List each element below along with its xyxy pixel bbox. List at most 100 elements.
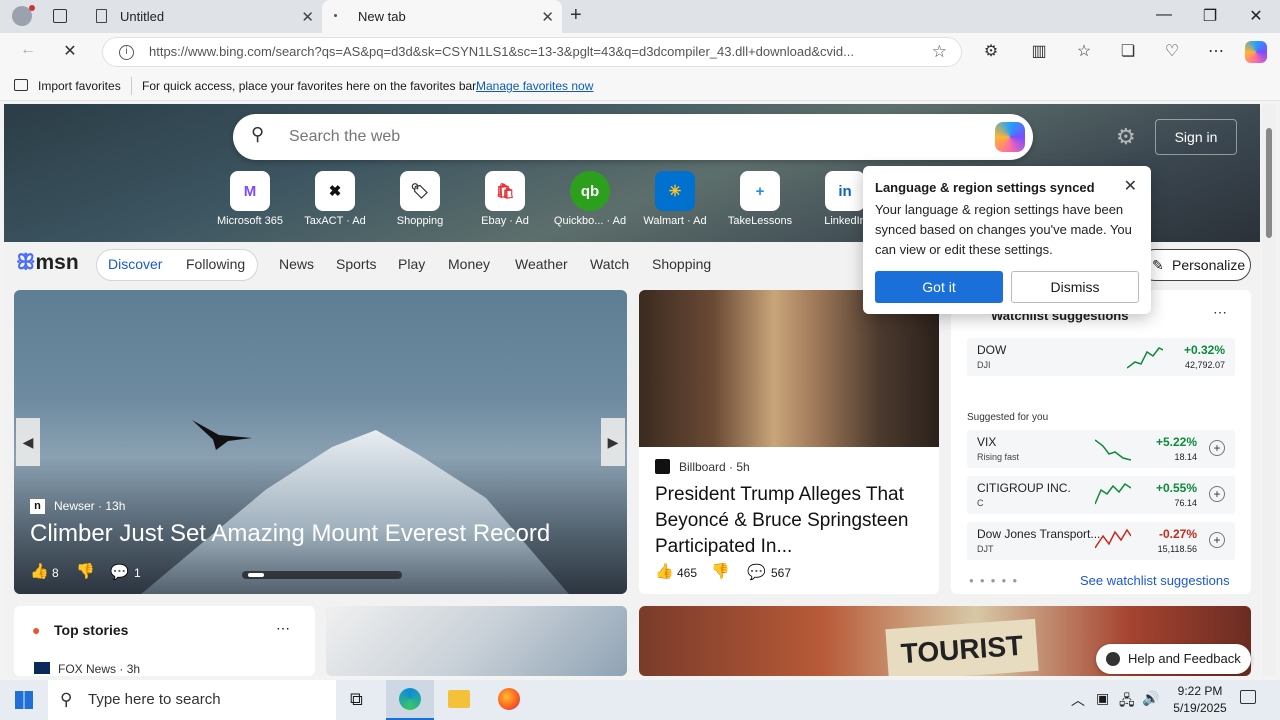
close-icon[interactable]: ✕ (1124, 176, 1137, 196)
close-tab-icon[interactable]: ✕ (541, 8, 554, 26)
dislike-icon[interactable]: 👎 (76, 562, 95, 580)
nav-weather[interactable]: Weather (515, 256, 568, 272)
shopping-tag-icon: 🏷 (400, 171, 440, 211)
search-box[interactable]: ⚲ Search the web (233, 114, 1033, 160)
add-to-watchlist-button[interactable]: + (1209, 440, 1225, 456)
extensions-icon[interactable]: ⚙ (979, 41, 1003, 61)
performance-icon[interactable]: ♡ (1160, 41, 1184, 61)
carousel-prev-button[interactable]: ◀ (16, 418, 40, 466)
tab-actions-icon[interactable] (53, 9, 67, 23)
more-icon[interactable]: ⋯ (1204, 41, 1228, 61)
page-scrollbar[interactable] (1262, 104, 1276, 676)
volume-icon[interactable]: 🔊 (1142, 690, 1159, 707)
story-source: FOX News · 3h (58, 662, 141, 676)
top-stories-title[interactable]: Top stories (54, 622, 128, 638)
more-options-icon[interactable]: ⋯ (276, 620, 290, 637)
wifi-icon[interactable]: 🖧 (1119, 690, 1135, 714)
tile-shopping[interactable]: 🏷 Shopping (378, 171, 462, 227)
new-tab-icon[interactable]: + (570, 4, 582, 27)
close-window-icon[interactable]: ✕ (1241, 6, 1271, 26)
copilot-search-icon[interactable] (995, 122, 1025, 152)
scrollbar-thumb[interactable] (1266, 128, 1272, 238)
tab-strip: Untitled ✕ New tab ✕ + — ❐ ✕ (0, 0, 1280, 33)
sign-in-button[interactable]: Sign in (1155, 119, 1237, 155)
stock-row-citigroup[interactable]: CITIGROUP INC. C +0.55% 76.14 + (967, 476, 1235, 514)
personalize-button[interactable]: ✎ Personalize (1139, 249, 1251, 281)
tab-untitled[interactable]: Untitled ✕ (86, 0, 322, 33)
pagination-dots[interactable]: ●●●●● (969, 576, 1023, 585)
help-feedback-button[interactable]: Help and Feedback (1096, 644, 1251, 674)
tile-ebay[interactable]: 🛍 Ebay · Ad (463, 171, 547, 227)
firefox-icon[interactable] (498, 688, 520, 710)
hero-headline[interactable]: Climber Just Set Amazing Mount Everest R… (30, 520, 550, 548)
split-screen-icon[interactable]: ▥ (1027, 41, 1051, 61)
nav-discover[interactable]: Discover (108, 256, 162, 272)
nav-shopping[interactable]: Shopping (652, 256, 711, 272)
notifications-icon[interactable] (1240, 690, 1256, 704)
comment-icon[interactable]: 💬 (747, 563, 766, 581)
carousel-next-button[interactable]: ▶ (601, 418, 625, 466)
windows-start-icon[interactable] (15, 691, 33, 709)
dislike-icon[interactable]: 👎 (711, 562, 730, 580)
favorite-star-icon[interactable]: ☆ (932, 38, 947, 66)
stock-row-dow-transport[interactable]: Dow Jones Transport... DJT -0.27% 15,118… (967, 522, 1235, 560)
nav-watch[interactable]: Watch (590, 256, 629, 272)
clock-date[interactable]: 5/19/2025 (1166, 701, 1234, 715)
tile-label: Ebay · Ad (481, 215, 529, 227)
tile-takelessons[interactable]: + TakeLessons (718, 171, 802, 227)
see-watchlist-link[interactable]: See watchlist suggestions (1080, 573, 1230, 588)
like-icon[interactable]: 👍 (655, 562, 674, 580)
tile-taxact[interactable]: ✖ TaxACT · Ad (293, 171, 377, 227)
tray-chevron-icon[interactable]: ︿ (1071, 690, 1085, 710)
tile-label: Quickbo... · Ad (553, 215, 627, 227)
settings-gear-icon[interactable]: ⚙ (1116, 124, 1136, 150)
carousel-dots[interactable] (242, 571, 402, 579)
minimize-icon[interactable]: — (1149, 6, 1179, 24)
favorites-divider (131, 77, 132, 95)
stock-row-vix[interactable]: VIX Rising fast +5.22% 18.14 + (967, 430, 1235, 468)
info-icon[interactable]: i (119, 45, 134, 60)
close-tab-icon[interactable]: ✕ (301, 8, 314, 26)
sparkline-chart (1095, 482, 1131, 505)
import-favorites-button[interactable]: Import favorites (38, 79, 121, 93)
tile-walmart[interactable]: ✳ Walmart · Ad (633, 171, 717, 227)
nav-money[interactable]: Money (448, 256, 490, 272)
copilot-icon[interactable] (1245, 41, 1267, 63)
collections-icon[interactable]: ❏ (1116, 41, 1140, 61)
address-bar[interactable]: i https://www.bing.com/search?qs=AS&pq=d… (102, 37, 962, 67)
nav-news[interactable]: News (279, 256, 314, 272)
hero-news-card[interactable]: ◀ ▶ n Newser · 13h Climber Just Set Amaz… (14, 290, 627, 594)
task-view-icon[interactable]: ⧉ (350, 689, 363, 710)
got-it-button[interactable]: Got it (875, 271, 1003, 303)
file-explorer-icon[interactable] (448, 690, 470, 708)
tile-microsoft-365[interactable]: M Microsoft 365 (208, 171, 292, 227)
news-card[interactable]: Billboard · 5h President Trump Alleges T… (639, 290, 939, 594)
add-to-watchlist-button[interactable]: + (1209, 532, 1225, 548)
taskbar-search-input[interactable]: Type here to search (88, 691, 221, 708)
article-card-tech[interactable] (326, 606, 627, 676)
comment-icon[interactable]: 💬 (110, 563, 129, 581)
more-options-icon[interactable]: ⋯ (1213, 304, 1227, 321)
nav-play[interactable]: Play (398, 256, 425, 272)
nav-sports[interactable]: Sports (336, 256, 376, 272)
refresh-icon[interactable]: ✕ (58, 41, 82, 61)
restore-icon[interactable]: ❐ (1195, 6, 1225, 26)
add-to-watchlist-button[interactable]: + (1209, 486, 1225, 502)
network-icon[interactable]: ▣ (1096, 690, 1109, 707)
favorites-icon[interactable]: ☆ (1072, 41, 1096, 61)
msn-logo[interactable]: ꕥmsn (16, 251, 79, 275)
news-headline[interactable]: President Trump Alleges That Beyoncé & B… (655, 482, 931, 560)
tile-quickbooks[interactable]: qb Quickbo... · Ad (548, 171, 632, 227)
search-input[interactable]: Search the web (289, 128, 400, 146)
nav-following[interactable]: Following (186, 256, 245, 272)
back-icon[interactable]: ← (16, 41, 40, 59)
stock-row-dow[interactable]: DOW DJI +0.32% 42,792.07 (967, 338, 1235, 376)
tab-new-tab[interactable]: New tab ✕ (322, 0, 562, 33)
edge-taskbar-icon[interactable] (386, 680, 434, 720)
manage-favorites-link[interactable]: Manage favorites now (476, 79, 593, 93)
windows-taskbar: ⚲ Type here to search ⧉ ︿ ▣ 🖧 🔊 9:22 PM … (0, 680, 1280, 720)
dismiss-button[interactable]: Dismiss (1011, 271, 1139, 303)
like-icon[interactable]: 👍 (30, 562, 49, 580)
clock-time[interactable]: 9:22 PM (1170, 684, 1230, 698)
taskbar-search[interactable]: ⚲ Type here to search (48, 680, 336, 720)
